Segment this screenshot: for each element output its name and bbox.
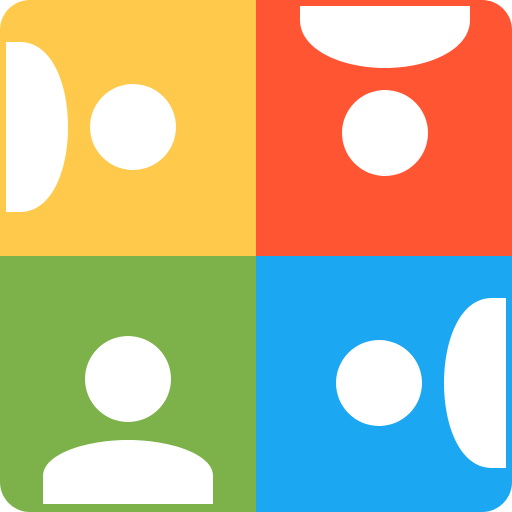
- tile-bottom-right: [256, 256, 512, 512]
- tile-top-right: [256, 0, 512, 256]
- app-icon: [0, 0, 512, 512]
- person-icon-upside-down: [256, 0, 512, 256]
- tile-bottom-left: [0, 256, 256, 512]
- person-icon-upright: [0, 256, 256, 512]
- person-icon-rotated-left: [0, 0, 256, 256]
- person-icon-rotated-right: [256, 256, 512, 512]
- tile-top-left: [0, 0, 256, 256]
